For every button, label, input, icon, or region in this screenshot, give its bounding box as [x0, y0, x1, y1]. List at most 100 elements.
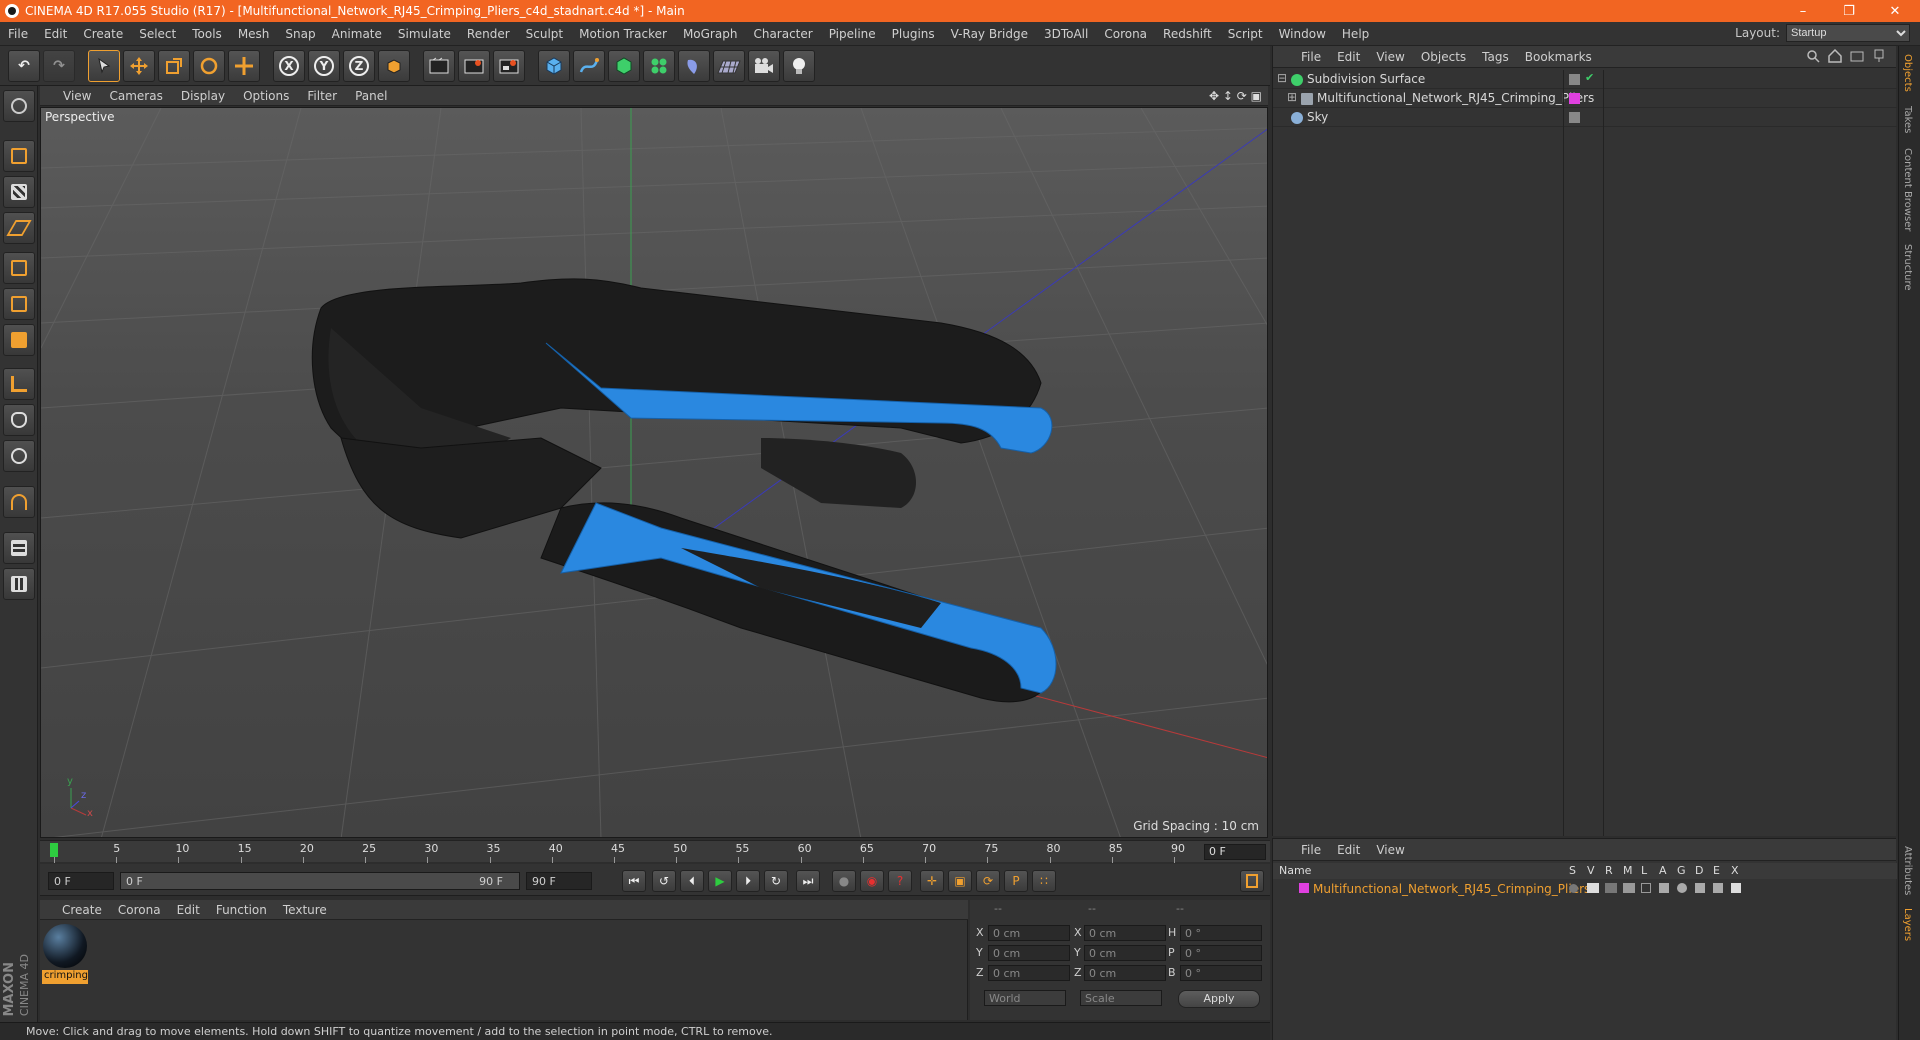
- size-z-field[interactable]: 0 cm: [1084, 965, 1166, 981]
- layer-col-expressions[interactable]: E: [1713, 864, 1720, 877]
- objects-menu-file[interactable]: File: [1293, 50, 1329, 64]
- tab-layers[interactable]: Layers: [1902, 908, 1913, 941]
- layer-col-name[interactable]: Name: [1279, 864, 1311, 877]
- edit-render-settings-icon[interactable]: [493, 49, 525, 82]
- layer-expression-icon[interactable]: [1713, 883, 1723, 893]
- material-menu-corona[interactable]: Corona: [110, 903, 169, 917]
- menu-corona[interactable]: Corona: [1096, 27, 1155, 41]
- next-frame-button[interactable]: ⏵: [736, 870, 760, 892]
- objects-menu-view[interactable]: View: [1368, 50, 1412, 64]
- layer-col-manager[interactable]: M: [1623, 864, 1633, 877]
- viewport-menu-panel[interactable]: Panel: [346, 89, 396, 103]
- tab-content-browser[interactable]: Content Browser: [1902, 148, 1913, 231]
- material-menu-texture[interactable]: Texture: [275, 903, 335, 917]
- key-rotation-button[interactable]: ⟳: [976, 870, 1000, 892]
- rotation-b-field[interactable]: 0 °: [1180, 965, 1262, 981]
- layer-col-deformers[interactable]: D: [1695, 864, 1703, 877]
- layers-menu-view[interactable]: View: [1368, 843, 1412, 857]
- tweak-mode-icon[interactable]: [3, 404, 35, 436]
- end-frame-field[interactable]: 90 F: [526, 872, 592, 890]
- crimping-pliers-model[interactable]: [311, 278, 1057, 703]
- object-name[interactable]: Sky: [1307, 110, 1328, 124]
- object-name[interactable]: Subdivision Surface: [1307, 72, 1425, 86]
- texture-mode-icon[interactable]: [3, 176, 35, 208]
- layer-animation-icon[interactable]: [1659, 883, 1669, 893]
- points-mode-icon[interactable]: [3, 252, 35, 284]
- menu-character[interactable]: Character: [745, 27, 820, 41]
- key-point-level-button[interactable]: ∷: [1032, 870, 1056, 892]
- key-position-button[interactable]: ✛: [920, 870, 944, 892]
- objects-menu-tags[interactable]: Tags: [1474, 50, 1517, 64]
- edges-mode-icon[interactable]: [3, 288, 35, 320]
- position-z-field[interactable]: 0 cm: [988, 965, 1070, 981]
- spline-pen-icon[interactable]: [573, 49, 605, 82]
- object-row-sky[interactable]: Sky: [1273, 108, 1897, 127]
- object-name[interactable]: Multifunctional_Network_RJ45_Crimping_Pl…: [1317, 91, 1594, 105]
- layer-xref-icon[interactable]: [1731, 883, 1741, 893]
- rotation-p-field[interactable]: 0 °: [1180, 945, 1262, 961]
- playhead[interactable]: [50, 843, 58, 857]
- object-row-subdivision-surface[interactable]: ⊟ Subdivision Surface ✔: [1273, 70, 1897, 89]
- layer-col-xrefs[interactable]: X: [1731, 864, 1739, 877]
- pin-icon[interactable]: [1872, 49, 1886, 63]
- column-divider[interactable]: [1563, 70, 1564, 836]
- key-parameter-button[interactable]: P: [1004, 870, 1028, 892]
- live-selection-icon[interactable]: [88, 49, 120, 82]
- layer-deformer-icon[interactable]: [1695, 883, 1705, 893]
- menu-select[interactable]: Select: [131, 27, 184, 41]
- subdivision-surface-icon[interactable]: [608, 49, 640, 82]
- render-view-icon[interactable]: [423, 49, 455, 82]
- timeline-window-icon[interactable]: [1240, 870, 1264, 892]
- collapse-toggle[interactable]: ⊟: [1277, 71, 1287, 85]
- menu-mograph[interactable]: MoGraph: [675, 27, 746, 41]
- layer-col-animation[interactable]: A: [1659, 864, 1667, 877]
- close-button[interactable]: ✕: [1872, 0, 1918, 22]
- record-active-objects-button[interactable]: ●: [832, 870, 856, 892]
- menu-file[interactable]: File: [0, 27, 36, 41]
- coordinate-system-icon[interactable]: [378, 49, 410, 82]
- layer-col-locked[interactable]: L: [1641, 864, 1647, 877]
- x-axis-lock-button[interactable]: X: [273, 49, 305, 82]
- layer-manager-icon[interactable]: [1623, 883, 1635, 893]
- menu-plugins[interactable]: Plugins: [884, 27, 943, 41]
- object-row-crimping-pliers[interactable]: ⊞ Multifunctional_Network_RJ45_Crimping_…: [1273, 89, 1897, 108]
- make-editable-icon[interactable]: [3, 90, 35, 122]
- enable-axis-icon[interactable]: [3, 368, 35, 400]
- menu-render[interactable]: Render: [459, 27, 518, 41]
- layer-name[interactable]: Multifunctional_Network_RJ45_Crimping_Pl…: [1313, 882, 1590, 896]
- previous-key-button[interactable]: ↺: [652, 870, 676, 892]
- viewport-navigation-icons[interactable]: ✥ ↕ ⟳ ▣: [1209, 89, 1262, 103]
- menu-tools[interactable]: Tools: [184, 27, 230, 41]
- polygons-mode-icon[interactable]: [3, 324, 35, 356]
- camera-icon[interactable]: [748, 49, 780, 82]
- timeline-ruler[interactable]: 051015202530354045505560657075808590 0 F: [40, 840, 1270, 863]
- rotate-tool-icon[interactable]: [193, 49, 225, 82]
- coordinate-mode-dropdown[interactable]: World: [984, 990, 1066, 1006]
- layer-col-visible[interactable]: V: [1587, 864, 1595, 877]
- start-frame-field[interactable]: 0 F: [48, 872, 114, 890]
- material-name-crimping[interactable]: crimping: [42, 970, 88, 984]
- cloner-icon[interactable]: [643, 49, 675, 82]
- menu-simulate[interactable]: Simulate: [390, 27, 459, 41]
- cube-primitive-icon[interactable]: [538, 49, 570, 82]
- menu-window[interactable]: Window: [1271, 27, 1334, 41]
- menu-vray-bridge[interactable]: V-Ray Bridge: [943, 27, 1036, 41]
- menu-sculpt[interactable]: Sculpt: [518, 27, 571, 41]
- home-icon[interactable]: [1828, 49, 1842, 63]
- menu-pipeline[interactable]: Pipeline: [821, 27, 884, 41]
- layer-color-swatch[interactable]: [1299, 883, 1309, 893]
- menu-3dtoall[interactable]: 3DToAll: [1036, 27, 1096, 41]
- undo-button[interactable]: ↶: [8, 49, 40, 82]
- go-to-start-button[interactable]: ⏮: [622, 870, 646, 892]
- menu-edit[interactable]: Edit: [36, 27, 75, 41]
- preview-range-slider[interactable]: 0 F 90 F: [120, 872, 520, 890]
- floor-icon[interactable]: [713, 49, 745, 82]
- autokeying-button[interactable]: ◉: [860, 870, 884, 892]
- viewport-menu-display[interactable]: Display: [172, 89, 234, 103]
- layer-solo-icon[interactable]: [1569, 884, 1578, 893]
- deformer-icon[interactable]: [678, 49, 710, 82]
- perspective-viewport[interactable]: y z x Perspective Grid Spacing : 10 cm: [40, 107, 1268, 838]
- menu-help[interactable]: Help: [1334, 27, 1377, 41]
- objects-menu-edit[interactable]: Edit: [1329, 50, 1368, 64]
- layer-generator-icon[interactable]: [1677, 883, 1687, 893]
